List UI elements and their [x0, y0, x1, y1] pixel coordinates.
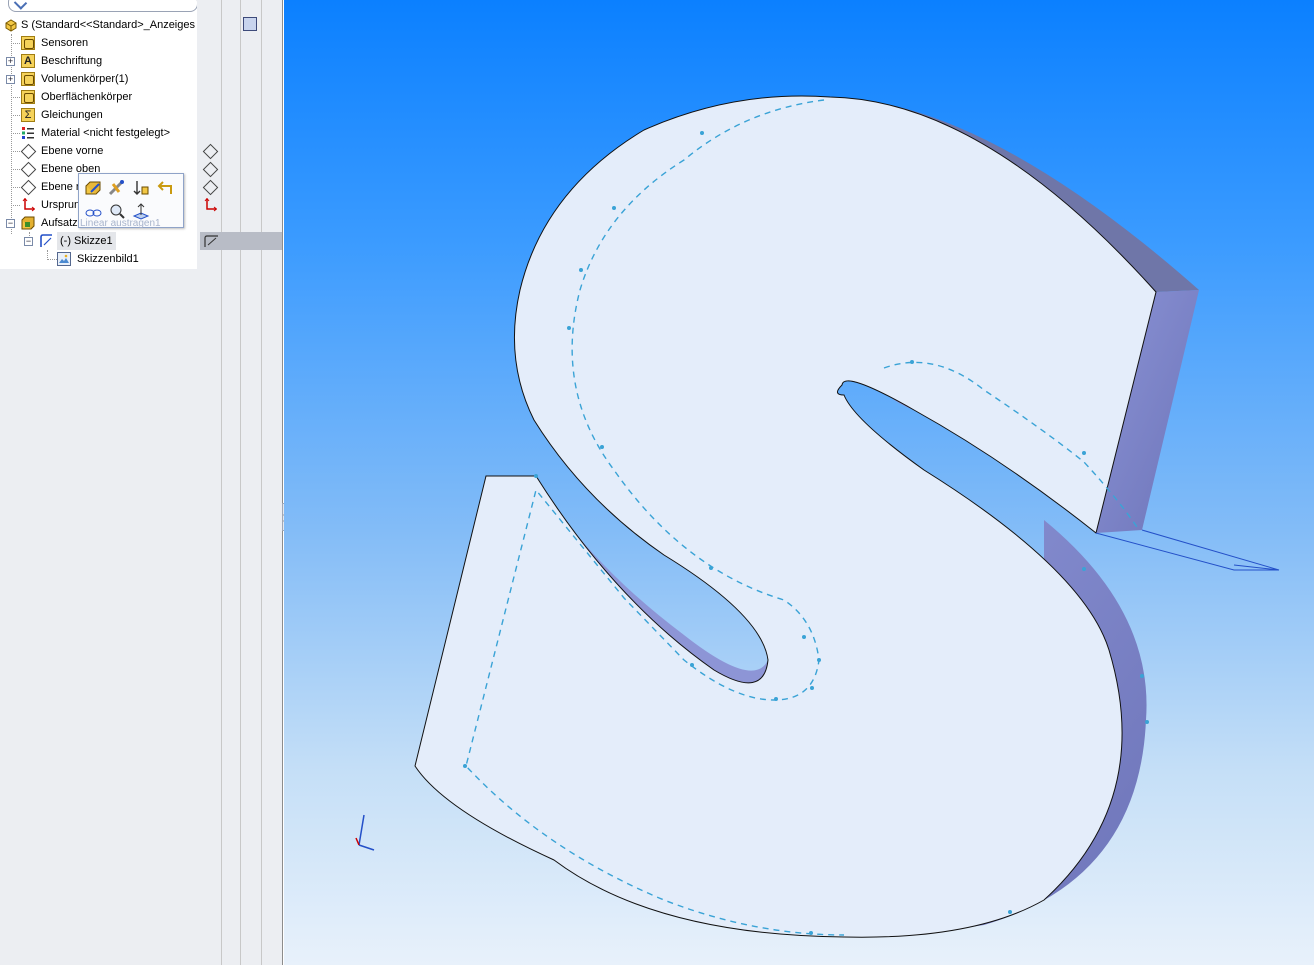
plane-visibility-icon[interactable]: [203, 180, 217, 194]
tree-item-label: Ebene vorne: [41, 145, 104, 157]
equations-icon: Σ: [21, 108, 35, 122]
surface-bodies-folder-icon: [21, 90, 35, 104]
undo-button[interactable]: [155, 178, 175, 198]
origin-visibility-icon[interactable]: [203, 197, 218, 212]
plane-visibility-icon[interactable]: [203, 162, 217, 176]
tree-item-label: Material <nicht festgelegt>: [41, 127, 171, 139]
material-icon: [21, 126, 35, 140]
plane-icon: [21, 144, 35, 158]
sketch-row-highlight: [200, 232, 282, 250]
extrude-feature-icon: [21, 216, 35, 230]
tree-item-skizze1[interactable]: − (-) Skizze1: [22, 232, 194, 250]
tree-root-part[interactable]: S (Standard<<Standard>_Anzeiges: [4, 16, 199, 34]
annotation-icon: A: [21, 54, 35, 68]
tree-item-oberflaechenkoerper[interactable]: Oberflächenkörper: [4, 88, 194, 106]
expand-toggle[interactable]: +: [6, 57, 15, 66]
tree-filter-input[interactable]: [8, 0, 198, 12]
tree-item-label: Sensoren: [41, 37, 89, 49]
edit-feature-button[interactable]: [83, 178, 103, 198]
tree-root-label: S (Standard<<Standard>_Anzeiges: [21, 19, 195, 31]
collapse-toggle[interactable]: −: [24, 237, 33, 246]
context-toolbar-hint: Linear austragen1: [80, 218, 161, 229]
sketch-icon: [39, 234, 53, 248]
display-state-icon[interactable]: [243, 17, 257, 31]
sketch-picture-icon: [57, 252, 71, 266]
tree-item-volumenkoerper[interactable]: + Volumenkörper(1): [4, 70, 194, 88]
tree-item-sensoren[interactable]: Sensoren: [4, 34, 194, 52]
tree-item-ebene-vorne[interactable]: Ebene vorne: [4, 142, 194, 160]
expand-toggle[interactable]: +: [6, 75, 15, 84]
tree-empty-area: [0, 269, 197, 965]
tree-item-beschriftung[interactable]: + A Beschriftung: [4, 52, 194, 70]
tree-item-material[interactable]: Material <nicht festgelegt>: [4, 124, 194, 142]
tree-item-label: Gleichungen: [41, 109, 103, 121]
filter-icon: [13, 0, 28, 10]
model-front-face: [414, 95, 1157, 938]
feature-manager-panel: S (Standard<<Standard>_Anzeiges Sensoren…: [0, 0, 283, 965]
solid-bodies-folder-icon: [21, 72, 35, 86]
plane-icon: [21, 162, 35, 176]
tree-item-label: Skizzenbild1: [77, 253, 139, 265]
feature-tree: S (Standard<<Standard>_Anzeiges Sensoren…: [2, 0, 199, 270]
origin-icon: [21, 197, 36, 212]
plane-visibility-icon[interactable]: [203, 144, 217, 158]
sketch-visibility-icon[interactable]: [203, 233, 218, 247]
tree-item-label: (-) Skizze1: [57, 232, 116, 250]
rollback-button[interactable]: [131, 178, 151, 198]
tree-item-label: Oberflächenkörper: [41, 91, 133, 103]
tree-item-skizzenbild1[interactable]: Skizzenbild1: [40, 250, 194, 268]
edit-sketch-button[interactable]: [107, 178, 127, 198]
3d-model-view[interactable]: [284, 0, 1314, 965]
tree-item-label: Volumenkörper(1): [41, 73, 129, 85]
display-pane: [197, 0, 282, 965]
plane-icon: [21, 180, 35, 194]
sensor-folder-icon: [21, 36, 35, 50]
collapse-toggle[interactable]: −: [6, 219, 15, 228]
extrude-direction-arrow: [1095, 529, 1280, 571]
graphics-viewport[interactable]: [284, 0, 1314, 965]
tree-item-gleichungen[interactable]: Σ Gleichungen: [4, 106, 194, 124]
tree-item-label: Beschriftung: [41, 55, 103, 67]
orientation-triad: [355, 814, 375, 851]
tree-item-label: Aufsatz: [41, 217, 78, 229]
part-icon: [4, 18, 18, 32]
